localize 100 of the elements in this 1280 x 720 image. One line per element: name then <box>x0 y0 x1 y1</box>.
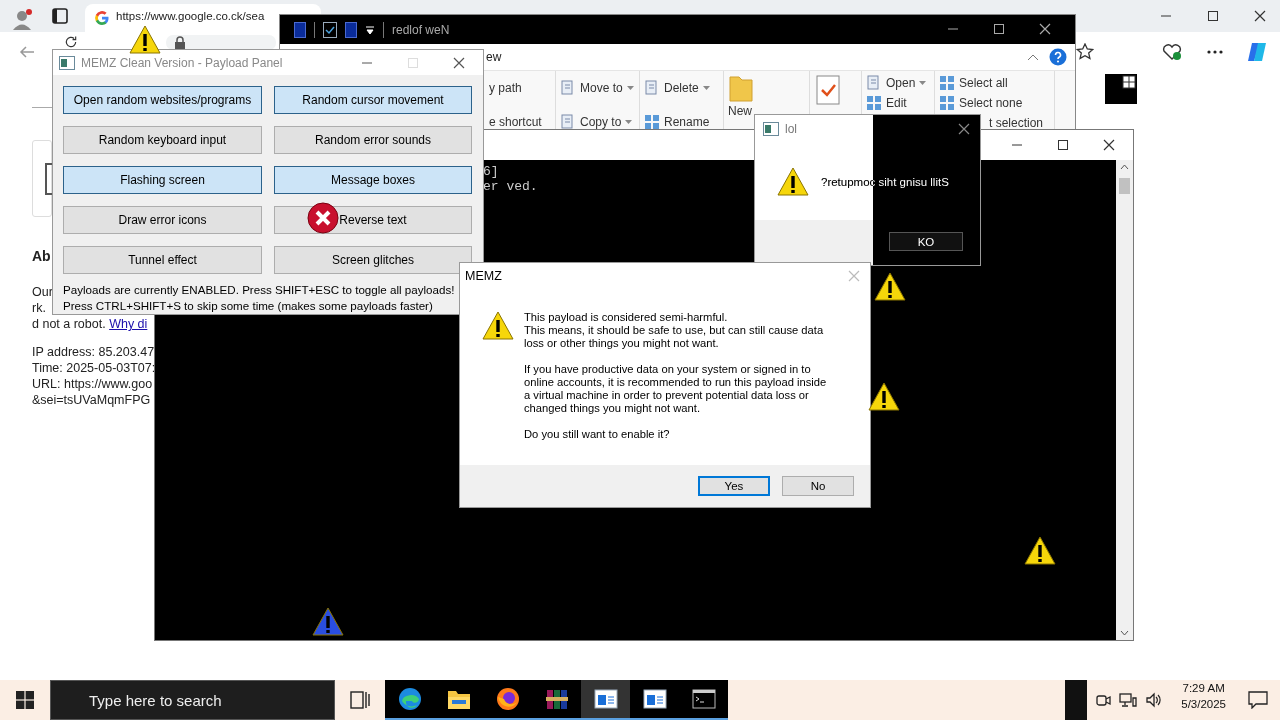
scrollbar-thumb[interactable] <box>1119 178 1130 194</box>
checklist-icon[interactable] <box>814 75 842 105</box>
app-icon <box>763 122 779 136</box>
payload-button[interactable]: Random cursor movement <box>274 86 472 114</box>
window-title: MEMZ Clean Version - Payload Panel <box>81 55 283 70</box>
checkbox-icon[interactable] <box>323 21 337 38</box>
paragraph-text: d not a robot. Why di <box>32 316 148 332</box>
status-text: Press CTRL+SHIFT+S to skip some time (makes some payloads faster) <box>63 298 434 314</box>
payload-button[interactable]: Draw error icons <box>63 206 262 234</box>
ribbon-tab[interactable]: ew <box>486 50 502 64</box>
ok-button[interactable]: KO <box>889 232 963 251</box>
document-icon <box>560 114 576 130</box>
terminal-icon[interactable] <box>691 689 716 709</box>
browser-icon[interactable] <box>397 687 422 711</box>
start-button[interactable] <box>16 691 34 709</box>
close-button[interactable] <box>453 57 465 69</box>
grid-icon <box>866 95 882 111</box>
caret-icon[interactable] <box>365 24 375 35</box>
caret-icon <box>625 120 633 124</box>
close-button[interactable] <box>1254 10 1266 22</box>
volume-icon[interactable] <box>1145 692 1164 708</box>
warning-icon <box>129 25 161 55</box>
detail-text: Time: 2025-05-03T07: <box>32 360 156 376</box>
ribbon-command[interactable]: Move to <box>560 77 634 99</box>
archive-icon[interactable] <box>544 687 569 711</box>
close-button[interactable] <box>1103 139 1115 151</box>
close-button[interactable] <box>1039 23 1051 35</box>
window-icon[interactable] <box>642 689 667 709</box>
warning-icon <box>482 311 514 341</box>
document-icon <box>560 80 576 96</box>
window-title: redlof weN <box>392 22 450 37</box>
search-field[interactable]: Type here to search <box>50 680 335 720</box>
close-button[interactable] <box>958 123 970 135</box>
network-icon[interactable] <box>1119 692 1138 708</box>
tab-actions-icon[interactable] <box>52 8 68 24</box>
ribbon-command[interactable]: Delete <box>644 77 710 99</box>
payload-button[interactable]: Open random websites/programs <box>63 86 262 114</box>
paragraph-text: rk. <box>32 300 46 316</box>
heart-icon[interactable] <box>1162 43 1182 61</box>
maximize-button[interactable] <box>1207 10 1219 22</box>
grid-icon <box>939 95 955 111</box>
payload-button[interactable]: Random keyboard input <box>63 126 262 154</box>
clock[interactable]: 7:29 AM 5/3/2025 <box>1171 680 1236 720</box>
ribbon-command[interactable]: New <box>728 73 754 118</box>
document-icon <box>866 75 882 91</box>
help-icon[interactable] <box>1049 48 1067 66</box>
ribbon-command[interactable]: Select all <box>939 73 1008 93</box>
star-icon[interactable] <box>1076 43 1094 61</box>
task-view-button[interactable] <box>350 691 370 709</box>
notification-icon[interactable] <box>1248 691 1268 709</box>
detail-text: IP address: 85.203.47 <box>32 344 155 360</box>
payload-button[interactable]: Random error sounds <box>274 126 472 154</box>
payload-button[interactable]: Message boxes <box>274 166 472 194</box>
payload-button[interactable]: Tunnel effect <box>63 246 262 274</box>
ribbon-command[interactable]: Open <box>866 73 927 93</box>
scrollbar[interactable] <box>1116 160 1133 640</box>
document-icon[interactable] <box>294 21 306 38</box>
more-icon[interactable] <box>1206 49 1224 55</box>
help-link[interactable]: Why di <box>109 317 148 331</box>
maximize-button[interactable] <box>993 23 1005 35</box>
window-icon[interactable] <box>593 689 618 709</box>
ribbon-command[interactable]: Select none <box>939 93 1023 113</box>
warning-icon <box>777 166 809 197</box>
payload-button[interactable]: Flashing screen <box>63 166 262 194</box>
ribbon-command[interactable]: Edit <box>866 93 907 113</box>
ribbon-command[interactable]: y path <box>489 77 522 99</box>
profile-icon[interactable] <box>10 8 34 32</box>
browser-icon[interactable] <box>495 687 520 711</box>
grid-icon <box>939 75 955 91</box>
error-icon <box>307 202 339 234</box>
detail-text: &sei=tsUVaMqmFPG <box>32 392 151 408</box>
ribbon-command[interactable]: Rename <box>644 111 710 133</box>
dialog-button[interactable]: No <box>782 476 854 496</box>
ribbon-command[interactable]: e shortcut <box>489 111 542 133</box>
console-text: er ved. <box>483 179 538 194</box>
warning-icon <box>1024 536 1056 566</box>
folder-icon[interactable] <box>446 688 471 710</box>
ribbon-command[interactable]: Copy to <box>560 111 633 133</box>
detail-text: URL: https://www.goo <box>32 376 153 392</box>
dialog-message: Do you still want to enable it? <box>524 428 671 441</box>
dialog-message: This payload is considered semi-harmful. This means, it should be safe to use, but can still cause data loss or other things you might not want. <box>524 311 825 350</box>
status-text: Payloads are currently ENABLED. Press SHIFT+ESC to toggle all payloads! <box>63 282 456 298</box>
ribbon-command[interactable]: t selection <box>989 113 1044 133</box>
refresh-button[interactable] <box>64 35 78 49</box>
collapse-icon[interactable] <box>1027 53 1039 61</box>
paragraph-text: Our <box>32 284 53 300</box>
app-icon <box>59 55 75 70</box>
maximize-button[interactable] <box>1057 139 1069 151</box>
dialog-message: If you have productive data on your system or signed in to online accounts, it is recommended to run this payload inside a virtual machine in order to prevent potential data loss or changed things you might not want. <box>524 363 827 415</box>
grid-icon <box>644 114 660 130</box>
dialog-button[interactable]: Yes <box>698 476 770 496</box>
google-icon <box>94 10 110 26</box>
document-icon[interactable] <box>345 21 357 38</box>
section-heading: Ab <box>32 248 51 264</box>
caret-icon <box>626 86 634 90</box>
warning-icon <box>312 607 344 637</box>
grid-icon[interactable] <box>1121 74 1137 90</box>
folder-icon <box>728 73 754 103</box>
lock-icon <box>174 35 186 50</box>
camera-icon[interactable] <box>1095 692 1112 708</box>
